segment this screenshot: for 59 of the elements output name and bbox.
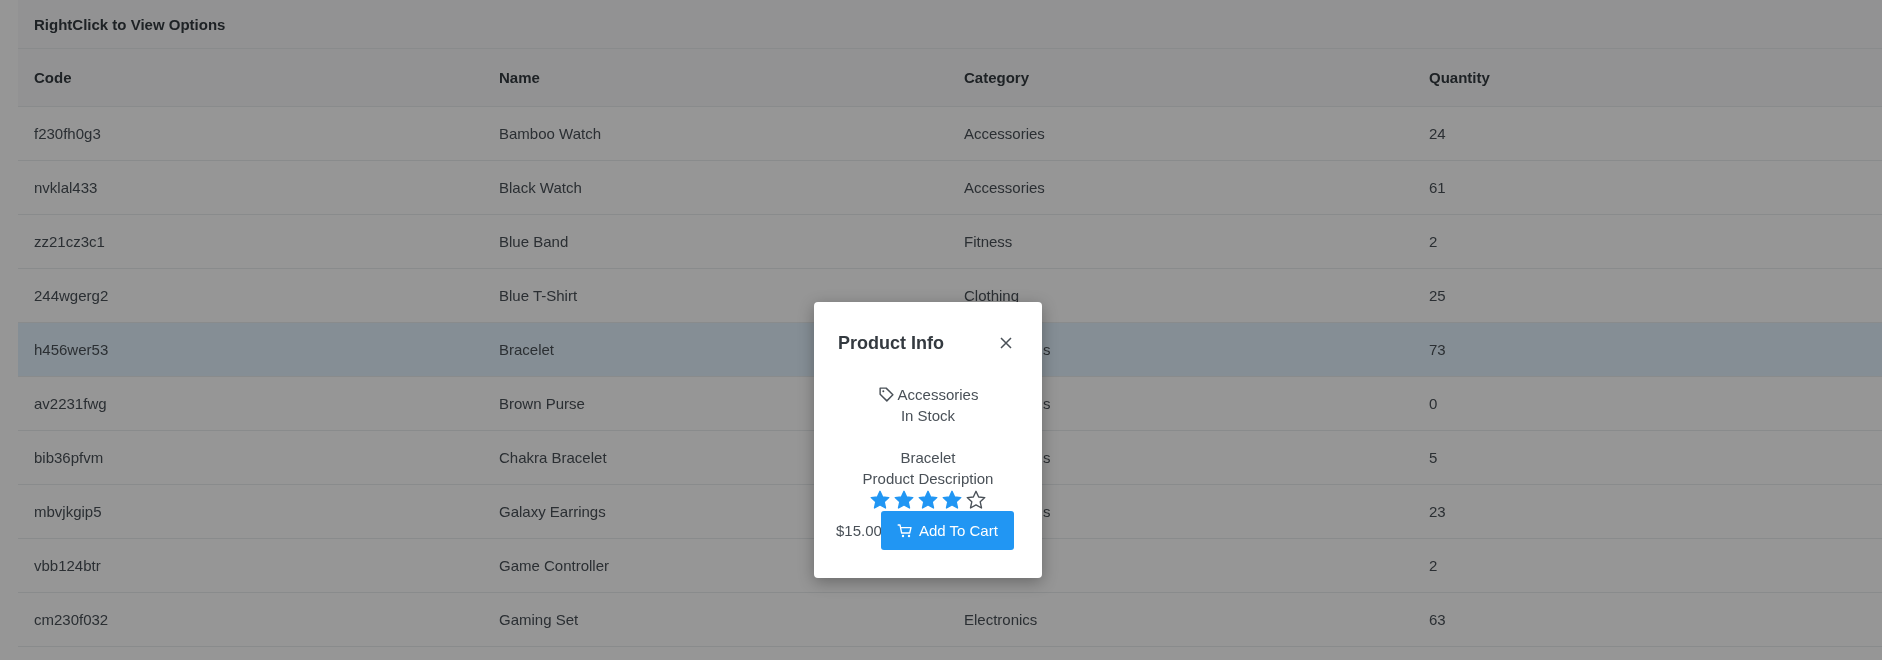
table-cell: Blue T-Shirt: [499, 287, 578, 304]
table-cell: 25: [1429, 287, 1446, 304]
table-cell: Game Controller: [499, 557, 610, 574]
table-cell: vbb124btr: [34, 557, 101, 574]
tag-icon: [877, 386, 895, 403]
table-cell: av2231fwg: [34, 395, 107, 412]
table-cell: 2: [1429, 233, 1438, 250]
table-cell: Brown Purse: [499, 395, 585, 412]
table-cell: Blue Band: [499, 233, 569, 250]
table-cell: h456wer53: [34, 341, 109, 358]
table-cell: Gaming Set: [499, 611, 579, 628]
filled-star-icon: [917, 489, 939, 511]
stock-status: In Stock: [900, 406, 956, 426]
table-cell: 73: [1429, 341, 1446, 358]
table-cell: nvklal433: [34, 179, 98, 196]
table-cell: 63: [1429, 611, 1446, 628]
category-label: Accessories: [897, 385, 979, 405]
table-cell: f230fh0g3: [34, 125, 101, 142]
close-icon: [998, 335, 1014, 351]
dialog-title: Product Info: [838, 332, 944, 354]
table-cell: Bamboo Watch: [499, 125, 601, 142]
table-cell: Chakra Bracelet: [499, 449, 607, 466]
table-cell: zz21cz3c1: [34, 233, 105, 250]
cart-icon: [896, 522, 913, 539]
table-cell: 2: [1429, 557, 1438, 574]
filled-star-icon: [869, 489, 891, 511]
column-header: Quantity: [1429, 69, 1490, 86]
table-cell: Clothing: [964, 287, 1020, 304]
column-header: Code: [34, 69, 72, 86]
table-cell: Accessories: [964, 179, 1045, 196]
table-cell: Electronics: [964, 611, 1038, 628]
table-cell: bib36pfvm: [34, 449, 104, 466]
table-cell: Galaxy Earrings: [499, 503, 606, 520]
table-caption: RightClick to View Options: [34, 15, 226, 33]
table-cell: mbvjkgip5: [34, 503, 102, 520]
table-cell: 61: [1429, 179, 1446, 196]
empty-star-icon: [965, 489, 987, 511]
filled-star-icon: [941, 489, 963, 511]
table-cell: Accessories: [964, 125, 1045, 142]
filled-star-icon: [893, 489, 915, 511]
product-name: Bracelet: [900, 448, 956, 468]
price: $15.00: [836, 521, 882, 541]
table-cell: 244wgerg2: [34, 287, 109, 304]
table-cell: 23: [1429, 503, 1446, 520]
table-cell: s: [1043, 395, 1051, 412]
table-cell: Fitness: [964, 233, 1013, 250]
table-cell: 24: [1429, 125, 1446, 142]
table-cell: s: [1043, 503, 1051, 520]
table-cell: s: [1043, 449, 1051, 466]
table-cell: 0: [1429, 395, 1438, 412]
add-to-cart-button[interactable]: Add To Cart: [880, 511, 1014, 550]
product-description: Product Description: [862, 469, 994, 489]
table-cell: cm230f032: [34, 611, 109, 628]
column-header: Name: [499, 69, 540, 86]
table-cell: Black Watch: [499, 179, 582, 196]
table-cell: Bracelet: [499, 341, 555, 358]
table-cell: s: [1043, 341, 1051, 358]
table-cell: 5: [1429, 449, 1438, 466]
column-header: Category: [964, 69, 1030, 86]
